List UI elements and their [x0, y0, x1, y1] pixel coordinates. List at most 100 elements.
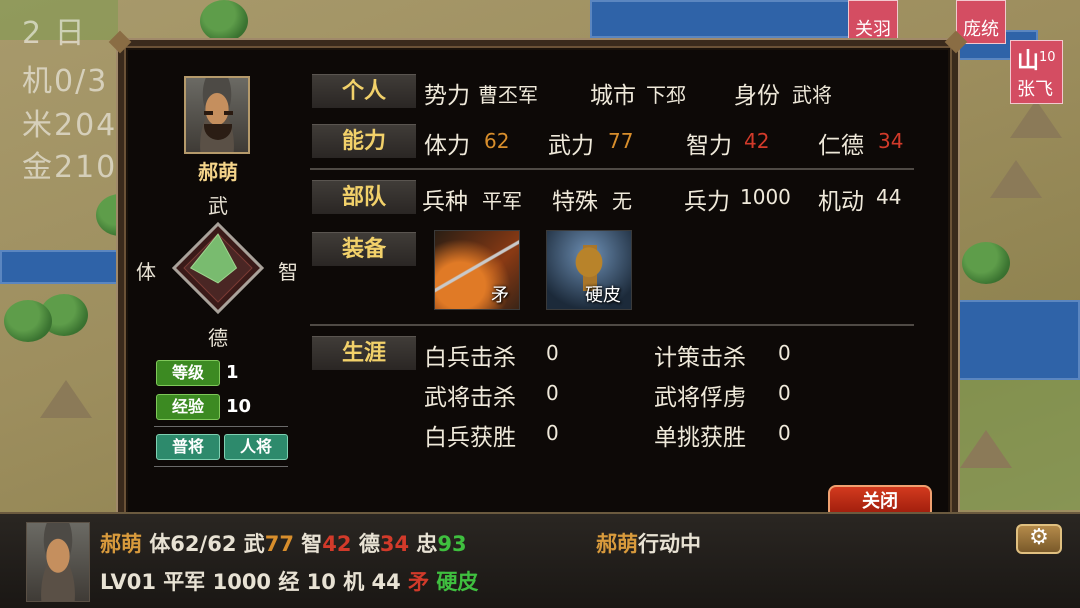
mobility-label: 机动 — [818, 189, 864, 215]
troop-type-label: 兵种 — [422, 189, 468, 215]
unit-war-label: 武 — [243, 532, 265, 556]
section-ability: 能力 — [312, 124, 416, 158]
unit-tag-glyph: 山 — [1017, 49, 1040, 74]
special-label: 特殊 — [552, 189, 598, 215]
equipment-name: 矛 — [491, 285, 509, 306]
tree — [4, 300, 52, 342]
stat-radar-chart — [171, 221, 265, 315]
faction-value: 曹丕军 — [478, 83, 538, 107]
unit-war-value: 77 — [264, 532, 294, 556]
section-career: 生涯 — [312, 336, 416, 370]
radar-label-war: 武 — [208, 194, 228, 218]
status-line-1: 郝萌 体62/62 武77 智42 德34 忠93 — [100, 528, 467, 558]
radar-label-int: 智 — [278, 260, 298, 284]
force-value: 1000 — [740, 185, 791, 209]
unit-int-label: 智 — [301, 532, 323, 556]
war-label: 武力 — [548, 133, 594, 159]
career-label: 白兵击杀 — [424, 345, 516, 371]
unit-status-bar: 郝萌 体62/62 武77 智42 德34 忠93 郝萌行动中 LV01 平军 … — [0, 512, 1080, 608]
general-portrait — [184, 76, 250, 154]
river — [0, 250, 120, 284]
unit-virtue-label: 德 — [358, 532, 380, 556]
faction-label: 势力 — [424, 83, 470, 109]
level-badge: 等级 — [156, 360, 220, 386]
rank-badge: 普将 — [156, 434, 220, 460]
unit-level: LV01 — [100, 570, 156, 594]
armor-icon[interactable]: 硬皮 — [546, 230, 632, 310]
unit-int-value: 42 — [322, 532, 352, 556]
career-value: 0 — [546, 381, 559, 405]
unit-exp: 经 10 — [278, 570, 336, 594]
int-value: 42 — [744, 129, 770, 153]
gear-icon[interactable]: ⚙ — [1016, 524, 1062, 554]
mountain — [1010, 100, 1062, 138]
unit-tag-number: 10 — [1039, 50, 1056, 65]
career-value: 0 — [546, 341, 559, 365]
city-value: 下邳 — [646, 83, 686, 107]
career-value: 0 — [778, 341, 791, 365]
unit-tag-label: 庞统 — [963, 19, 999, 40]
gold-counter: 金210 — [22, 150, 118, 185]
action-status: 郝萌行动中 — [596, 528, 701, 558]
status-line-2: LV01 平军 1000 经 10 机 44 矛 硬皮 — [100, 566, 478, 596]
career-value: 0 — [778, 421, 791, 445]
identity-value: 武将 — [792, 83, 832, 107]
mobility-value: 44 — [876, 185, 902, 209]
career-label: 武将俘虏 — [654, 385, 746, 411]
section-equipment: 装备 — [312, 232, 416, 266]
river — [958, 300, 1080, 380]
unit-name: 郝萌 — [100, 532, 142, 556]
level-value: 1 — [226, 362, 239, 383]
unit-tag-zhangfei[interactable]: 山10 张飞 — [1010, 40, 1063, 104]
radar-label-hp: 体 — [136, 260, 156, 284]
divider — [154, 426, 288, 427]
rice-counter: 米204 — [22, 108, 118, 143]
unit-loyalty-value: 93 — [437, 532, 467, 556]
unit-virtue-value: 34 — [379, 532, 410, 556]
city-label: 城市 — [590, 83, 636, 109]
section-personal: 个人 — [312, 74, 416, 108]
force-label: 兵力 — [684, 189, 730, 215]
career-value: 0 — [546, 421, 559, 445]
virtue-value: 34 — [878, 129, 904, 153]
hp-label: 体力 — [424, 133, 470, 159]
unit-portrait[interactable] — [26, 522, 90, 602]
unit-mobility: 机 44 — [343, 570, 401, 594]
unit-loyalty-label: 忠 — [416, 532, 438, 556]
type-badge: 人将 — [224, 434, 288, 460]
unit-weapon: 矛 — [408, 570, 430, 594]
action-status-text: 行动中 — [638, 532, 701, 556]
acting-unit-name: 郝萌 — [596, 532, 638, 556]
career-label: 武将击杀 — [424, 385, 516, 411]
general-info-dialog: 郝萌 武 体 智 德 等级 1 经验 10 普将 人将 个人 势力 曹丕军 城市… — [108, 30, 968, 536]
mountain — [990, 160, 1042, 198]
virtue-label: 仁德 — [818, 133, 864, 159]
day-counter: 2 日 — [22, 16, 87, 51]
int-label: 智力 — [686, 133, 732, 159]
war-value: 77 — [608, 129, 634, 153]
general-name: 郝萌 — [198, 160, 238, 184]
divider — [310, 324, 914, 326]
divider — [154, 466, 288, 467]
career-label: 白兵获胜 — [424, 425, 516, 451]
unit-tag-label: 张飞 — [1017, 79, 1053, 100]
exp-badge: 经验 — [156, 394, 220, 420]
action-counter: 机0/3 — [22, 64, 109, 99]
special-value: 无 — [612, 189, 632, 213]
equipment-name: 硬皮 — [585, 285, 621, 306]
spear-icon[interactable]: 矛 — [434, 230, 520, 310]
section-troops: 部队 — [312, 180, 416, 214]
river — [590, 0, 850, 38]
tree — [200, 0, 248, 42]
radar-label-virtue: 德 — [208, 326, 228, 350]
unit-armor: 硬皮 — [436, 570, 479, 594]
unit-troop-type: 平军 — [163, 570, 206, 594]
tree — [962, 242, 1010, 284]
unit-tag-guanyu[interactable]: 关羽 — [848, 0, 898, 44]
identity-label: 身份 — [734, 83, 780, 109]
hp-value: 62 — [484, 129, 510, 153]
unit-hp: 体62/62 — [149, 532, 237, 556]
mountain — [960, 430, 1012, 468]
exp-value: 10 — [226, 396, 252, 417]
career-value: 0 — [778, 381, 791, 405]
